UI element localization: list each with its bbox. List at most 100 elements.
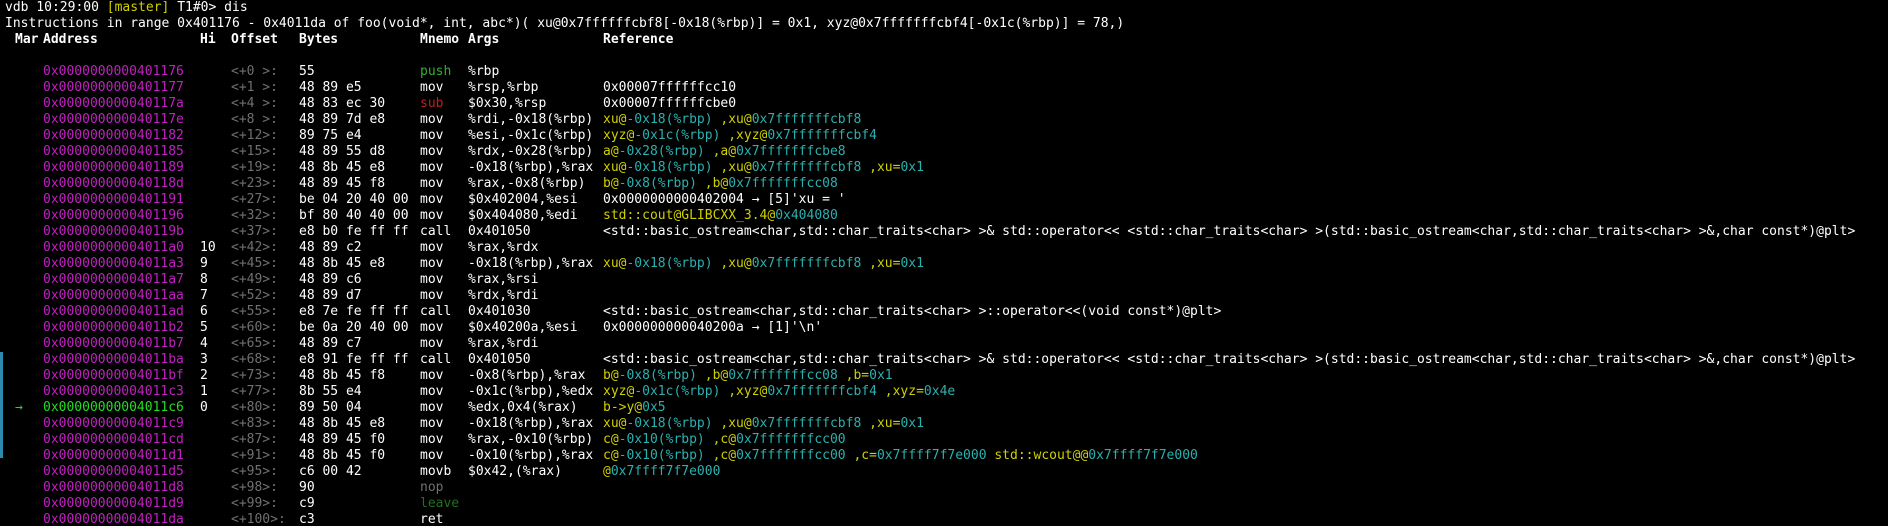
reference-part: -0x18(%rbp) [626, 256, 713, 271]
bytes: e8 b0 fe ff ff [299, 224, 409, 239]
history-index: 2 [200, 368, 208, 383]
address: 0x00000000004011b7 [43, 336, 184, 351]
disasm-row[interactable]: 0x00000000004011c3 1 <+77>: 8b 55 e4 mov -0x1… [5, 384, 1888, 400]
disasm-row[interactable]: 0x00000000004011d5 <+95>: c6 00 42 movb $0x4… [5, 464, 1888, 480]
bytes: 48 8b 45 f8 [299, 368, 386, 383]
reference-part: 0x7ffff7f7e000 [1088, 448, 1198, 463]
disasm-row[interactable]: 0x00000000004011bf 2 <+73>: 48 8b 45 f8 mov -… [5, 368, 1888, 384]
bytes: c9 [299, 496, 315, 511]
reference-part: 0x7fffffffcc00 [736, 432, 846, 447]
args: %rdx,-0x28(%rbp) [468, 144, 594, 159]
terminal[interactable]: vdb 10:29:00 [master] T1#0> dis Instruct… [0, 0, 1888, 526]
reference-part: <std::basic_ostream<char,std::char_trait… [603, 352, 1856, 367]
address: 0x000000000040117a [43, 96, 184, 111]
reference: 0x000000000040200a → [1]'\n' [603, 320, 822, 336]
offset: <+87>: [231, 432, 278, 447]
args: -0x10(%rbp),%rax [468, 448, 594, 463]
args: -0x8(%rbp),%rax [468, 368, 586, 383]
disasm-row[interactable]: 0x00000000004011c9 <+83>: 48 8b 45 e8 mov -0… [5, 416, 1888, 432]
address: 0x00000000004011a7 [43, 272, 184, 287]
history-index: 8 [200, 272, 208, 287]
reference-part: ,c= [845, 448, 877, 463]
reference-part: 0x7fffffffcbf8 [751, 160, 862, 175]
reference: 0x0000000000402004 → [5]'xu = ' [603, 192, 846, 208]
disasm-row[interactable]: 0x0000000000401177 <+1 >: 48 89 e5 mov %rsp,… [5, 80, 1888, 96]
reference-part: 0x0000000000402004 → [5]'xu = ' [603, 192, 846, 207]
disasm-row[interactable]: 0x000000000040118d <+23>: 48 89 45 f8 mov %r… [5, 176, 1888, 192]
address: 0x00000000004011d5 [43, 464, 184, 479]
args: -0x18(%rbp),%rax [468, 160, 594, 175]
disasm-row[interactable]: 0x00000000004011d1 <+91>: 48 8b 45 f0 mov -0… [5, 448, 1888, 464]
offset: <+27>: [231, 192, 278, 207]
mnemonic: mov [420, 336, 444, 351]
disasm-row[interactable]: 0x0000000000401189 <+19>: 48 8b 45 e8 mov -0… [5, 160, 1888, 176]
reference-part: xu@ [603, 416, 627, 431]
prompt-command[interactable]: dis [224, 0, 247, 15]
reference-part: -0x1c(%rbp) [634, 384, 721, 399]
disasm-row[interactable]: 0x0000000000401176 <+0 >: 55 push %rbp [5, 64, 1888, 80]
reference-part: -0x18(%rbp) [626, 112, 713, 127]
reference-part: -0x8(%rbp) [618, 176, 697, 191]
disasm-row[interactable]: 0x00000000004011a3 9 <+45>: 48 8b 45 e8 mov -… [5, 256, 1888, 272]
disasm-row[interactable]: → 0x00000000004011c6 0 <+80>: 89 50 04 mov %ed… [5, 400, 1888, 416]
disasm-row[interactable]: 0x00000000004011d9 <+99>: c9 leave [5, 496, 1888, 512]
disasm-row[interactable]: 0x00000000004011a0 10 <+42>: 48 89 c2 mov %ra… [5, 240, 1888, 256]
mnemonic: mov [420, 272, 444, 287]
args: 0x401030 [468, 304, 531, 319]
reference-part: std::wcout@@ [986, 448, 1089, 463]
disasm-row[interactable]: 0x0000000000401191 <+27>: be 04 20 40 00 mo… [5, 192, 1888, 208]
reference-part: xyz@ [603, 128, 635, 143]
bytes: 48 89 e5 [299, 80, 362, 95]
bytes: 48 89 c2 [299, 240, 362, 255]
offset: <+8 >: [231, 112, 278, 127]
address: 0x00000000004011ad [43, 304, 184, 319]
reference-part: ,xu= [861, 416, 901, 431]
reference-part: ,xu= [861, 160, 901, 175]
disasm-row[interactable]: 0x00000000004011ad 6 <+55>: e8 7e fe ff ff c… [5, 304, 1888, 320]
disasm-row[interactable]: 0x000000000040117a <+4 >: 48 83 ec 30 sub $0… [5, 96, 1888, 112]
args: 0x401050 [468, 352, 531, 367]
args: %rdx,%rdi [468, 288, 539, 303]
disasm-row[interactable]: 0x00000000004011ba 3 <+68>: e8 91 fe ff ff c… [5, 352, 1888, 368]
offset: <+98>: [231, 480, 278, 495]
bytes: 48 89 55 d8 [299, 144, 386, 159]
col-bytes: Bytes [299, 32, 339, 47]
reference: <std::basic_ostream<char,std::char_trait… [603, 352, 1855, 368]
reference-part: std::cout@GLIBCXX_3.4@ [603, 208, 776, 223]
mnemonic: mov [420, 208, 444, 223]
mnemonic: mov [420, 432, 444, 447]
args: -0x18(%rbp),%rax [468, 256, 594, 271]
disasm-row[interactable]: 0x000000000040119b <+37>: e8 b0 fe ff ff ca… [5, 224, 1888, 240]
address: 0x00000000004011cd [43, 432, 184, 447]
mnemonic: mov [420, 256, 444, 271]
prompt-line: vdb 10:29:00 [master] T1#0> dis [5, 0, 1888, 16]
reference-part: 0x1 [900, 160, 924, 175]
disasm-row[interactable]: 0x00000000004011d8 <+98>: 90 nop [5, 480, 1888, 496]
reference-part: 0x7fffffffcbe8 [736, 144, 846, 159]
disasm-row[interactable]: 0x00000000004011b2 5 <+60>: be 0a 20 40 00 m… [5, 320, 1888, 336]
reference-part: 0x7fffffffcbf8 [751, 256, 862, 271]
reference-part: xu@ [603, 256, 627, 271]
mnemonic: mov [420, 240, 444, 255]
offset: <+68>: [231, 352, 278, 367]
col-hi: Hi [200, 32, 216, 47]
disasm-row[interactable]: 0x00000000004011a7 8 <+49>: 48 89 c6 mov %rax… [5, 272, 1888, 288]
mnemonic: movb [420, 464, 452, 479]
reference: 0x00007ffffffcbe0 [603, 96, 736, 112]
disasm-row[interactable]: 0x000000000040117e <+8 >: 48 89 7d e8 mov %r… [5, 112, 1888, 128]
args: %rax,%rdx [468, 240, 539, 255]
reference-part: a@ [603, 144, 619, 159]
disasm-row[interactable]: 0x00000000004011aa 7 <+52>: 48 89 d7 mov %rdx… [5, 288, 1888, 304]
disasm-row[interactable]: 0x00000000004011cd <+87>: 48 89 45 f0 mov %r… [5, 432, 1888, 448]
disasm-row[interactable]: 0x00000000004011b7 4 <+65>: 48 89 c7 mov %rax… [5, 336, 1888, 352]
offset: <+23>: [231, 176, 278, 191]
disasm-row[interactable]: 0x0000000000401185 <+15>: 48 89 55 d8 mov %r… [5, 144, 1888, 160]
disasm-row[interactable]: 0x0000000000401196 <+32>: bf 80 40 40 00 mo… [5, 208, 1888, 224]
prompt-branch: [master] [106, 0, 170, 15]
disasm-row[interactable]: 0x00000000004011da <+100>: c3 ret [5, 512, 1888, 526]
reference-part: 0x4e [923, 384, 956, 399]
disasm-row[interactable]: 0x0000000000401182 <+12>: 89 75 e4 mov %esi,… [5, 128, 1888, 144]
offset: <+83>: [231, 416, 278, 431]
args: %rbp [468, 64, 500, 79]
